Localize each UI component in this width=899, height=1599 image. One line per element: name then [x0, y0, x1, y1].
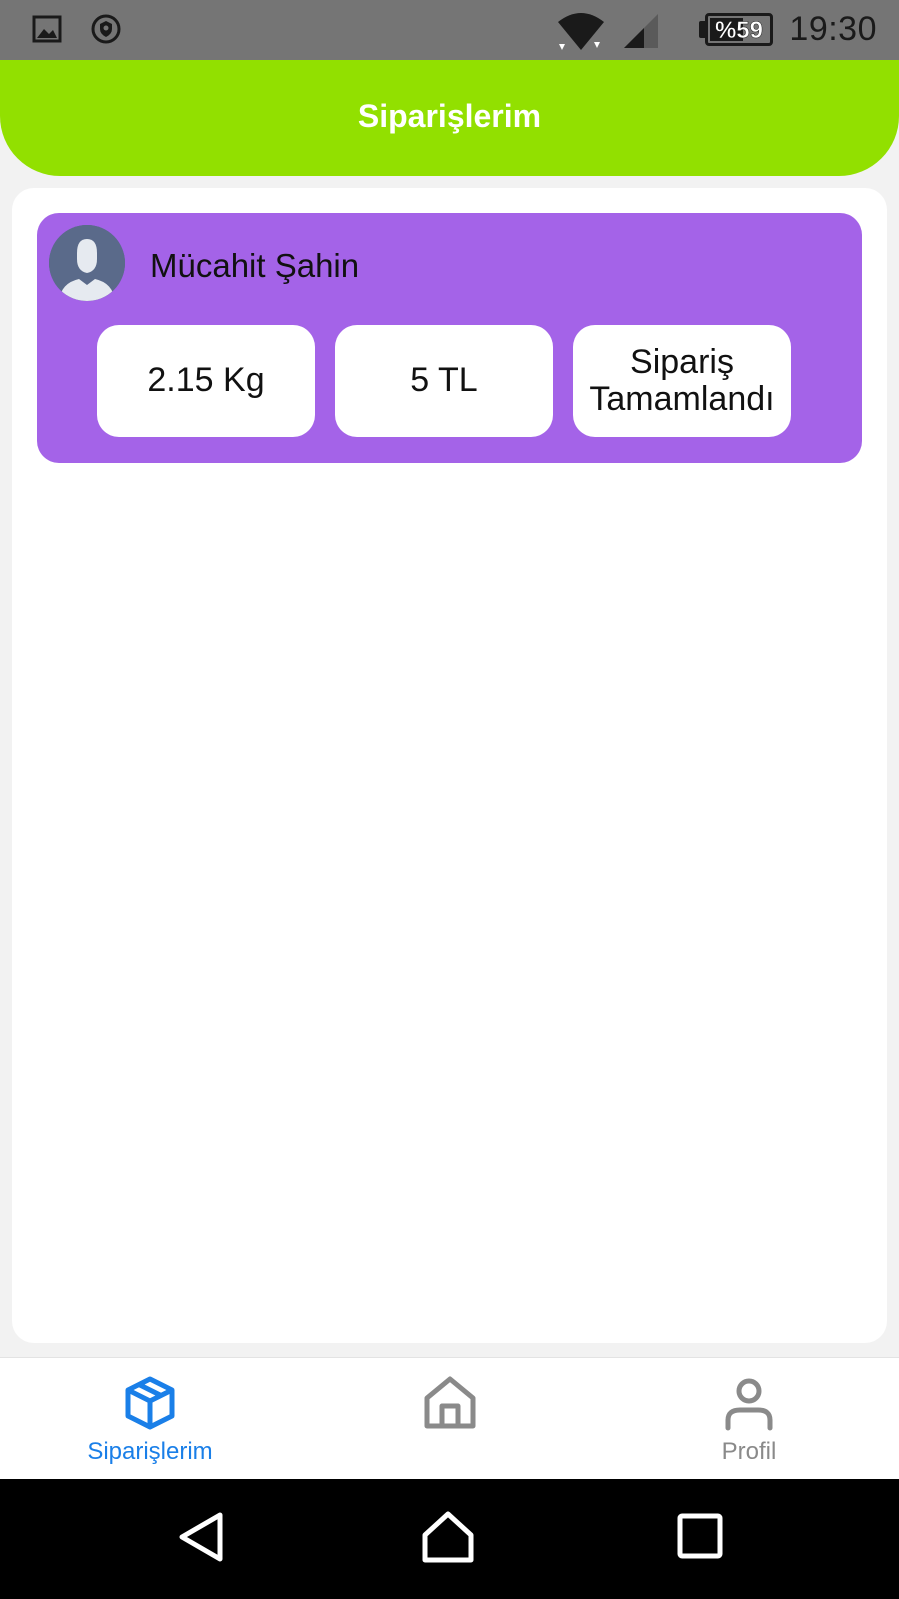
system-nav-bar	[0, 1479, 899, 1599]
orders-list[interactable]: Mücahit Şahin 2.15 Kg 5 TL Sipariş Tamam…	[12, 188, 887, 1343]
home-circle-icon[interactable]	[420, 1509, 476, 1570]
tab-home[interactable]	[300, 1358, 600, 1480]
battery-percent: %59	[714, 17, 764, 45]
weight-box: 2.15 Kg	[97, 325, 315, 437]
price-box: 5 TL	[335, 325, 553, 437]
price-value: 5 TL	[410, 361, 478, 400]
recents-icon[interactable]	[676, 1512, 724, 1565]
tab-siparislerim[interactable]: Siparişlerim	[0, 1358, 300, 1480]
order-card[interactable]: Mücahit Şahin 2.15 Kg 5 TL Sipariş Tamam…	[37, 213, 862, 463]
package-icon	[121, 1374, 179, 1432]
avatar	[49, 225, 125, 301]
status-value: Sipariş Tamamlandı	[589, 342, 775, 418]
back-icon[interactable]	[176, 1509, 226, 1570]
page-title: Siparişlerim	[357, 98, 542, 134]
battery-icon: %59	[705, 13, 773, 46]
wifi-icon	[556, 10, 606, 57]
tab-profil[interactable]: Profil	[599, 1358, 899, 1480]
customer-name: Mücahit Şahin	[150, 247, 360, 284]
person-icon	[720, 1374, 778, 1432]
shield-icon	[91, 14, 121, 49]
tab-label: Siparişlerim	[87, 1438, 213, 1465]
status-bar: %59 19:30	[0, 0, 899, 60]
image-icon	[32, 14, 62, 49]
weight-value: 2.15 Kg	[147, 361, 265, 400]
home-icon	[421, 1374, 479, 1432]
cellular-icon	[622, 12, 660, 55]
status-time: 19:30	[789, 10, 877, 48]
default-user-avatar-icon	[49, 225, 125, 301]
tab-label: Profil	[721, 1438, 777, 1465]
status-box: Sipariş Tamamlandı	[573, 325, 791, 437]
bottom-nav: Siparişlerim Profil	[0, 1357, 899, 1479]
app-header: Siparişlerim	[0, 60, 899, 176]
